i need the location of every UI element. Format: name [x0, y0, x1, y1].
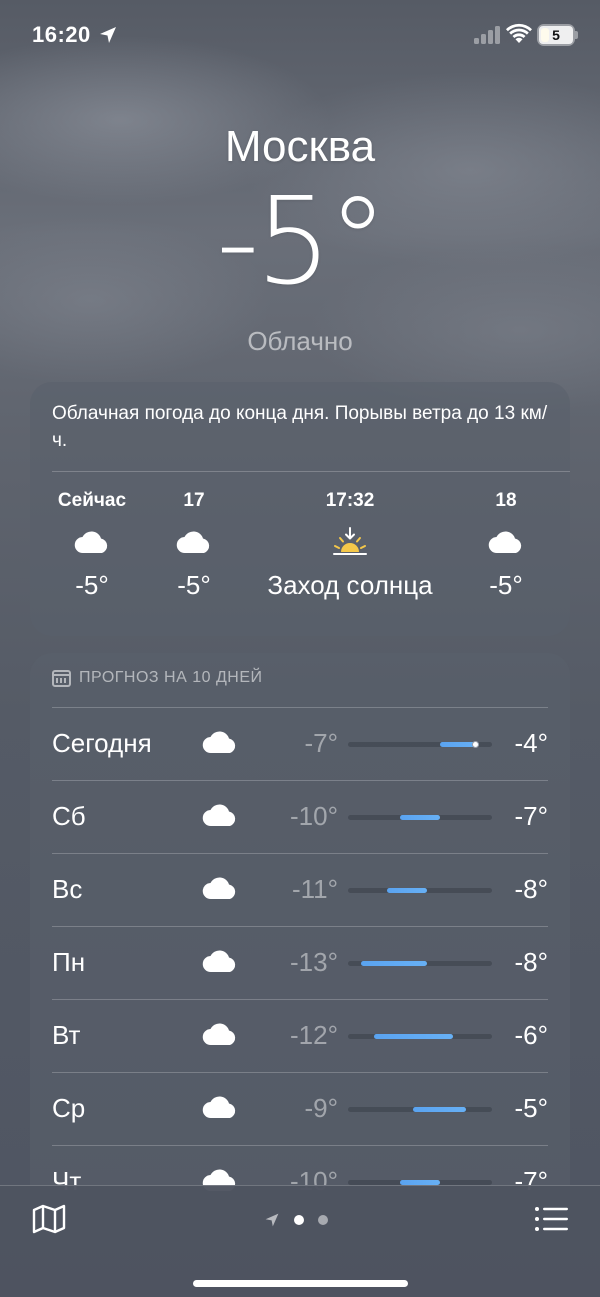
bottom-toolbar	[0, 1185, 600, 1297]
day-high-temperature: -4°	[514, 728, 548, 758]
cloud-icon	[202, 950, 236, 973]
divider	[52, 1072, 548, 1073]
daily-forecast-row[interactable]: Ср -9° -5°	[52, 1072, 548, 1145]
day-high-temperature: -6°	[514, 1020, 548, 1050]
wifi-icon	[506, 23, 532, 43]
battery-level: 5	[539, 26, 573, 44]
city-name: Москва	[224, 122, 376, 171]
daily-forecast-row[interactable]: Сб -10° -7°	[52, 780, 548, 853]
day-weather-icon	[202, 948, 238, 979]
temperature-range-bar	[348, 741, 492, 748]
day-weather-icon	[202, 1094, 238, 1125]
hour-item: Сейчас -5°	[40, 490, 144, 604]
daily-forecast-row[interactable]: Сегодня -7° -4°	[52, 707, 548, 780]
temperature-range-bar	[348, 888, 492, 893]
day-low-temperature: -10°	[290, 801, 338, 831]
hour-temperature: -5°	[489, 570, 523, 600]
hour-temperature: -5°	[75, 570, 109, 600]
cloud-icon	[202, 804, 236, 827]
page-dot[interactable]	[318, 1215, 328, 1225]
page-dot-active[interactable]	[294, 1215, 304, 1225]
cellular-signal-icon	[474, 26, 502, 44]
daily-forecast-row[interactable]: Вс -11° -8°	[52, 853, 548, 926]
hour-label: 18	[495, 490, 517, 511]
location-arrow-icon	[265, 1213, 279, 1227]
daily-forecast-header: ПРОГНОЗ НА 10 ДНЕЙ	[52, 669, 263, 687]
temperature-range-fill	[387, 888, 427, 893]
day-low-temperature: -12°	[290, 1020, 338, 1050]
cloud-icon	[202, 877, 236, 900]
day-name: Вт	[52, 1020, 81, 1050]
day-name: Сегодня	[52, 728, 152, 758]
sunset-label: Заход солнца	[267, 570, 433, 600]
hour-label: 17	[183, 490, 205, 511]
day-weather-icon	[202, 1021, 238, 1052]
day-name: Пн	[52, 947, 86, 977]
hour-item: 18 -5°	[456, 490, 556, 604]
day-high-temperature: -8°	[514, 947, 548, 977]
location-arrow-icon	[100, 27, 116, 43]
weather-condition: Облачно	[247, 326, 353, 356]
divider	[52, 780, 548, 781]
daily-forecast-card[interactable]: ПРОГНОЗ НА 10 ДНЕЙ Сегодня -7° -4° Сб -10° -7…	[30, 653, 570, 1213]
cloud-icon	[74, 531, 108, 554]
day-name: Вс	[52, 874, 83, 904]
day-weather-icon	[202, 875, 238, 906]
status-time: 16:20	[32, 22, 91, 47]
daily-forecast-row[interactable]: Вт -12° -6°	[52, 999, 548, 1072]
temperature-range-bar	[348, 1034, 492, 1039]
divider	[52, 853, 548, 854]
temperature-range-bar	[348, 815, 492, 820]
hourly-forecast-card[interactable]: Облачная погода до конца дня. Порывы вет…	[30, 382, 570, 636]
day-low-temperature: -11°	[291, 874, 338, 904]
day-low-temperature: -9°	[304, 1093, 338, 1123]
home-indicator[interactable]	[193, 1280, 408, 1287]
map-icon[interactable]	[32, 1204, 66, 1234]
calendar-icon	[52, 669, 71, 687]
status-bar: 16:20 5	[0, 0, 600, 70]
divider	[52, 471, 570, 472]
hour-label: Сейчас	[57, 490, 127, 511]
temperature-range-bar	[348, 1107, 492, 1112]
cloud-icon	[202, 1096, 236, 1119]
battery-nub	[575, 31, 578, 39]
day-high-temperature: -8°	[514, 874, 548, 904]
day-name: Ср	[52, 1093, 86, 1123]
day-low-temperature: -7°	[304, 728, 338, 758]
day-low-temperature: -13°	[290, 947, 338, 977]
divider	[52, 999, 548, 1000]
daily-forecast-title: ПРОГНОЗ НА 10 ДНЕЙ	[79, 669, 263, 686]
current-temperature: -5°	[216, 173, 388, 312]
hour-item: 17 -5°	[144, 490, 244, 604]
cloud-icon	[488, 531, 522, 554]
hour-item-sunset: 17:32 Заход солнца	[244, 490, 456, 604]
divider	[52, 926, 548, 927]
temperature-range-fill	[374, 1034, 453, 1039]
temperature-range-fill	[413, 1107, 466, 1112]
day-high-temperature: -7°	[514, 801, 548, 831]
divider	[52, 1145, 548, 1146]
day-high-temperature: -5°	[514, 1093, 548, 1123]
divider	[52, 707, 548, 708]
day-name: Сб	[52, 801, 86, 831]
hour-label: 17:32	[325, 490, 375, 511]
current-temperature-dot	[471, 741, 479, 748]
day-weather-icon	[202, 729, 238, 760]
cloud-icon	[202, 731, 236, 754]
temperature-range-bar	[348, 961, 492, 966]
daily-forecast-row[interactable]: Пн -13° -8°	[52, 926, 548, 999]
sunset-icon	[333, 527, 367, 555]
battery-icon: 5	[537, 24, 575, 46]
page-indicator[interactable]	[264, 1210, 328, 1230]
cloud-icon	[176, 531, 210, 554]
list-icon[interactable]	[534, 1206, 568, 1232]
day-weather-icon	[202, 802, 238, 833]
forecast-summary: Облачная погода до конца дня. Порывы вет…	[52, 403, 548, 451]
temperature-range-fill	[361, 961, 427, 966]
temperature-range-fill	[400, 815, 440, 820]
cloud-icon	[202, 1023, 236, 1046]
hour-temperature: -5°	[177, 570, 211, 600]
